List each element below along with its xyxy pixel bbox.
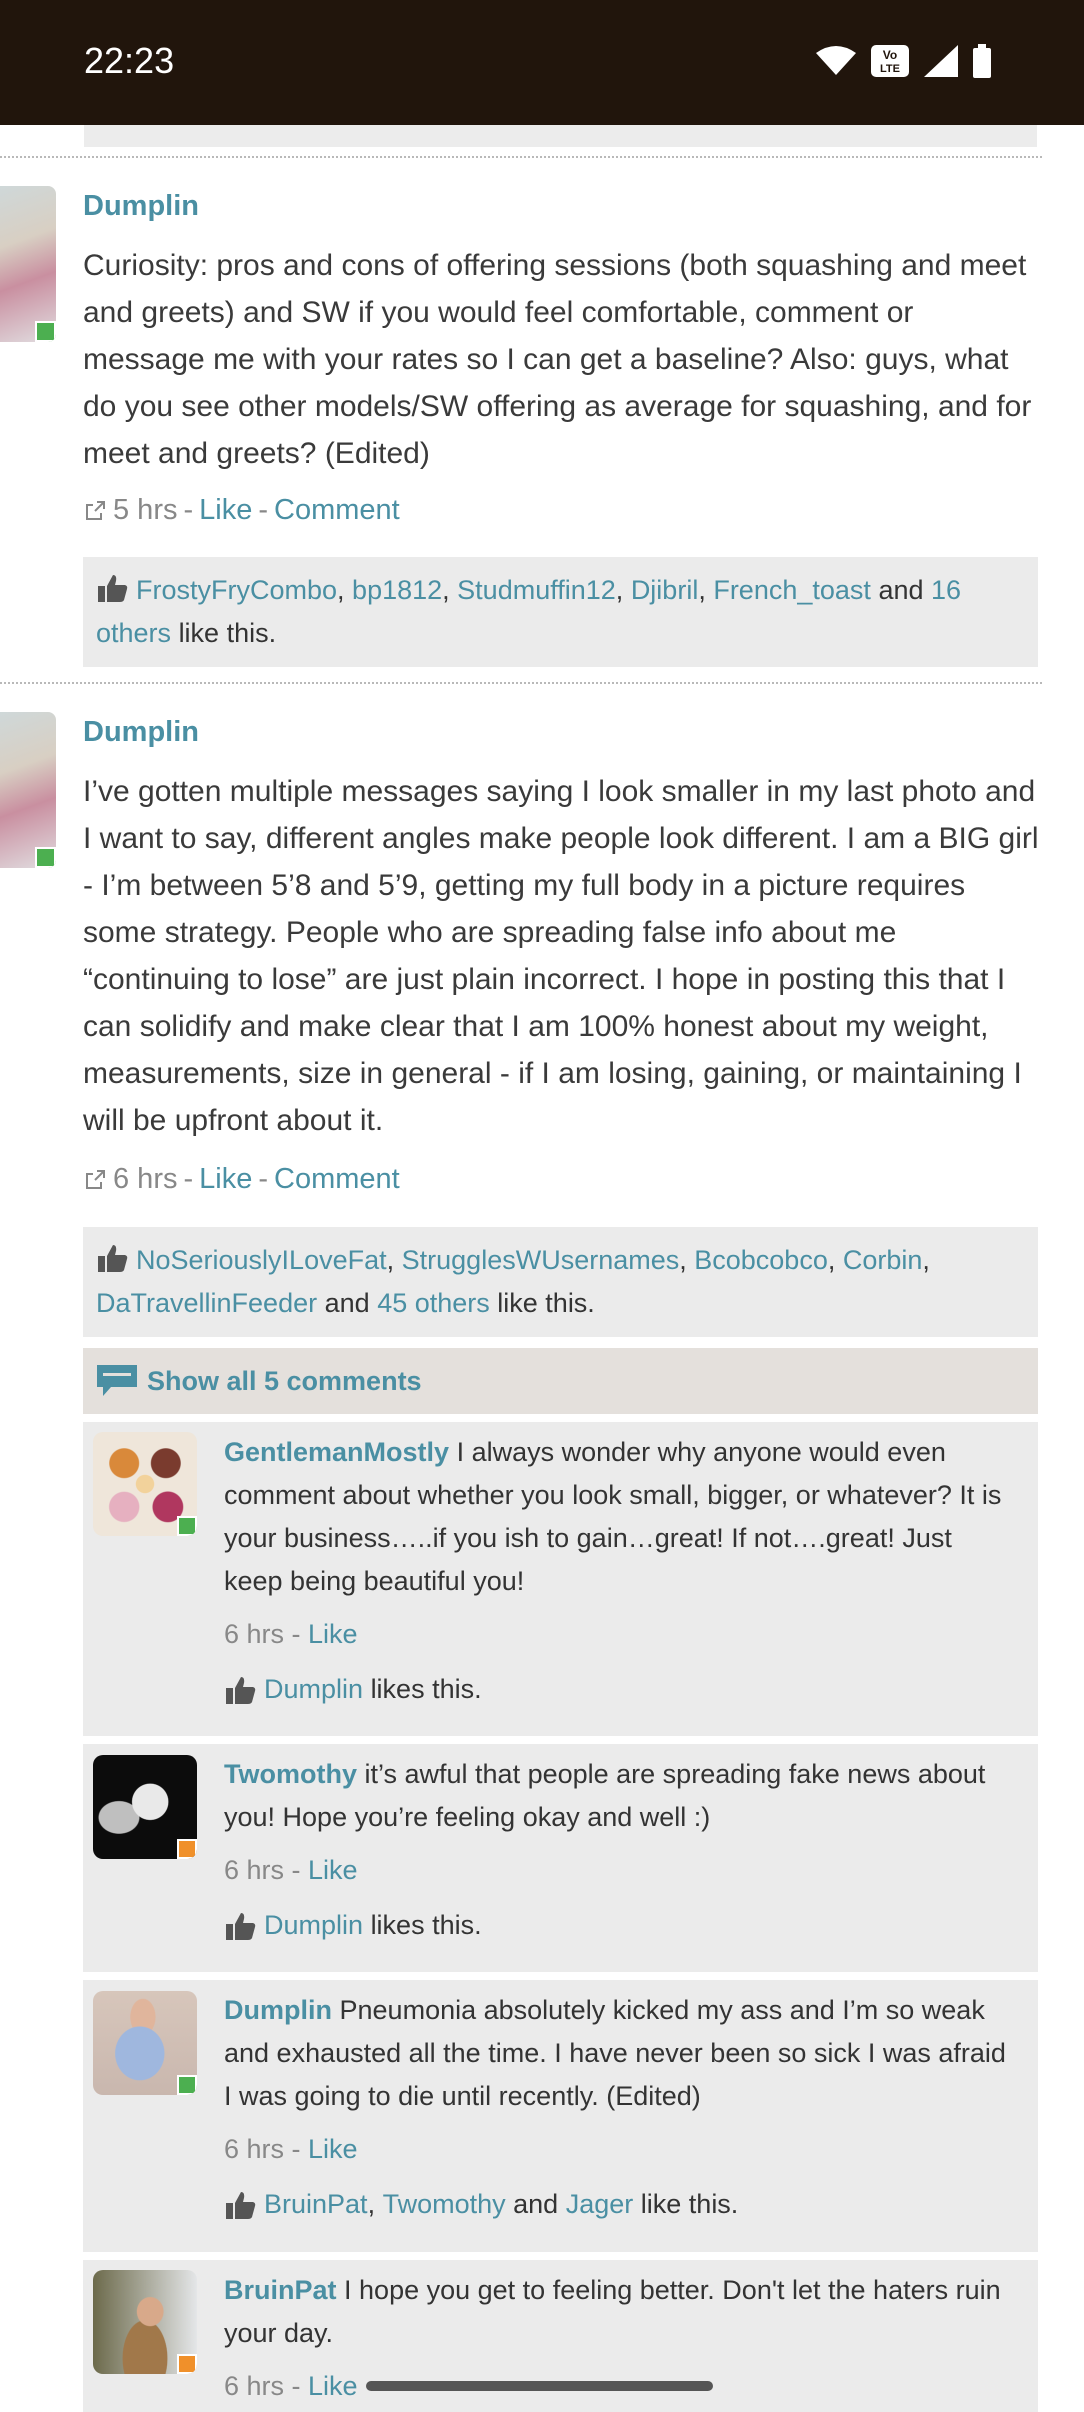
comment-time: 6 hrs bbox=[224, 2134, 285, 2164]
comment-meta: 6 hrs - Like bbox=[224, 2134, 358, 2164]
show-all-comments-label: Show all 5 comments bbox=[147, 1365, 422, 1396]
online-status-badge bbox=[35, 847, 56, 868]
liker-link[interactable]: bp1812 bbox=[352, 575, 442, 605]
liker-link[interactable]: Twomothy bbox=[383, 2189, 506, 2220]
thumbs-up-icon bbox=[226, 1912, 256, 1940]
avatar[interactable] bbox=[0, 712, 56, 868]
like-link[interactable]: Like bbox=[199, 1163, 252, 1196]
comment: GentlemanMostly I always wonder why anyo… bbox=[83, 1422, 1038, 1736]
comment-link[interactable]: Comment bbox=[274, 1163, 400, 1196]
post-author[interactable]: Dumplin bbox=[83, 716, 199, 749]
status-icons: Vo LTE bbox=[816, 44, 992, 78]
comment-text: Twomothy it’s awful that people are spre… bbox=[224, 1753, 1014, 1839]
liker-link[interactable]: FrostyFryCombo bbox=[136, 575, 337, 605]
liker-link[interactable]: BruinPat bbox=[264, 2189, 368, 2220]
comment-author[interactable]: GentlemanMostly bbox=[224, 1437, 449, 1467]
thumbs-up-icon bbox=[98, 575, 128, 602]
comment-text: GentlemanMostly I always wonder why anyo… bbox=[224, 1431, 1014, 1603]
previous-post-likes-box bbox=[84, 125, 1037, 147]
like-link[interactable]: Like bbox=[308, 2134, 358, 2164]
thumbs-up-icon bbox=[98, 1245, 128, 1272]
post-meta: 6 hrs - Like - Comment bbox=[83, 1163, 400, 1196]
like-link[interactable]: Like bbox=[308, 1855, 358, 1885]
liker-link[interactable]: StrugglesWUsernames bbox=[402, 1245, 680, 1275]
comment-time: 6 hrs bbox=[224, 1855, 285, 1885]
battery-icon bbox=[973, 44, 991, 78]
comment-time: 6 hrs bbox=[224, 1619, 285, 1649]
signal-icon bbox=[924, 45, 958, 77]
liker-link[interactable]: Bcobcobco bbox=[694, 1245, 828, 1275]
comment: Twomothy it’s awful that people are spre… bbox=[83, 1744, 1038, 1972]
volte-icon: Vo LTE bbox=[871, 45, 909, 77]
post-divider bbox=[0, 682, 1042, 684]
comment-author[interactable]: Twomothy bbox=[224, 1759, 357, 1789]
avatar[interactable] bbox=[93, 1432, 197, 1536]
avatar[interactable] bbox=[93, 2270, 197, 2374]
thumbs-up-icon bbox=[226, 2191, 256, 2219]
svg-text:LTE: LTE bbox=[880, 63, 900, 75]
post-divider bbox=[0, 156, 1042, 158]
post-time: 6 hrs bbox=[113, 1163, 178, 1195]
comment-author[interactable]: BruinPat bbox=[224, 2275, 337, 2305]
like-link[interactable]: Like bbox=[308, 2371, 358, 2401]
online-status-badge bbox=[177, 1516, 197, 1536]
comment-link[interactable]: Comment bbox=[274, 494, 400, 527]
online-status-badge bbox=[177, 2075, 197, 2095]
svg-text:Vo: Vo bbox=[883, 48, 897, 62]
away-status-badge bbox=[177, 1839, 197, 1859]
liker-link[interactable]: Studmuffin12 bbox=[457, 575, 616, 605]
like-link[interactable]: Like bbox=[308, 1619, 358, 1649]
post-likes-box: FrostyFryCombo, bp1812, Studmuffin12, Dj… bbox=[83, 557, 1038, 667]
comment-author[interactable]: Dumplin bbox=[224, 1995, 332, 2025]
post-text: Curiosity: pros and cons of offering ses… bbox=[83, 249, 1032, 470]
post-author[interactable]: Dumplin bbox=[83, 190, 199, 223]
comment-meta: 6 hrs - Like bbox=[224, 1855, 358, 1885]
post-likes-box: NoSeriouslyILoveFat, StrugglesWUsernames… bbox=[83, 1227, 1038, 1337]
avatar[interactable] bbox=[0, 186, 56, 342]
wifi-icon bbox=[816, 46, 856, 75]
thumbs-up-icon bbox=[226, 1676, 256, 1704]
liker-link[interactable]: Dumplin bbox=[264, 1910, 363, 1941]
comment-likes: BruinPat, Twomothy and Jager like this. bbox=[224, 2189, 738, 2220]
online-status-badge bbox=[35, 321, 56, 342]
like-link[interactable]: Like bbox=[199, 494, 252, 527]
liker-link[interactable]: Corbin bbox=[843, 1245, 923, 1275]
comments-icon bbox=[97, 1365, 137, 1396]
liker-link[interactable]: Djibril bbox=[631, 575, 699, 605]
external-link-icon[interactable] bbox=[83, 1168, 107, 1192]
post-time: 5 hrs bbox=[113, 494, 178, 526]
avatar[interactable] bbox=[93, 1991, 197, 2095]
avatar[interactable] bbox=[93, 1755, 197, 1859]
status-time: 22:23 bbox=[84, 40, 175, 81]
comment: Dumplin Pneumonia absolutely kicked my a… bbox=[83, 1980, 1038, 2252]
comment-text: BruinPat I hope you get to feeling bette… bbox=[224, 2269, 1014, 2355]
liker-link[interactable]: Dumplin bbox=[264, 1674, 363, 1705]
others-link[interactable]: 45 others bbox=[377, 1288, 490, 1318]
comment-text: Dumplin Pneumonia absolutely kicked my a… bbox=[224, 1989, 1014, 2118]
comment-meta: 6 hrs - Like bbox=[224, 2371, 358, 2401]
comment-body: I hope you get to feeling better. Don't … bbox=[224, 2275, 1001, 2348]
comment-time: 6 hrs bbox=[224, 2371, 285, 2401]
status-bar: 22:23 Vo LTE bbox=[0, 0, 1084, 125]
show-all-comments-button[interactable]: Show all 5 comments bbox=[83, 1348, 1038, 1414]
away-status-badge bbox=[177, 2354, 197, 2374]
liker-link[interactable]: Jager bbox=[566, 2189, 634, 2220]
post-meta: 5 hrs - Like - Comment bbox=[83, 494, 400, 527]
external-link-icon[interactable] bbox=[83, 499, 107, 523]
post-text: I’ve gotten multiple messages saying I l… bbox=[83, 775, 1039, 1137]
comment-likes: Dumplin likes this. bbox=[224, 1674, 482, 1705]
gesture-nav-bar[interactable] bbox=[366, 2381, 713, 2391]
comment-meta: 6 hrs - Like bbox=[224, 1619, 358, 1649]
comment-likes: Dumplin likes this. bbox=[224, 1910, 482, 1941]
comment-body: Pneumonia absolutely kicked my ass and I… bbox=[224, 1995, 1006, 2111]
liker-link[interactable]: DaTravellinFeeder bbox=[96, 1288, 317, 1318]
liker-link[interactable]: NoSeriouslyILoveFat bbox=[136, 1245, 387, 1275]
liker-link[interactable]: French_toast bbox=[713, 575, 871, 605]
